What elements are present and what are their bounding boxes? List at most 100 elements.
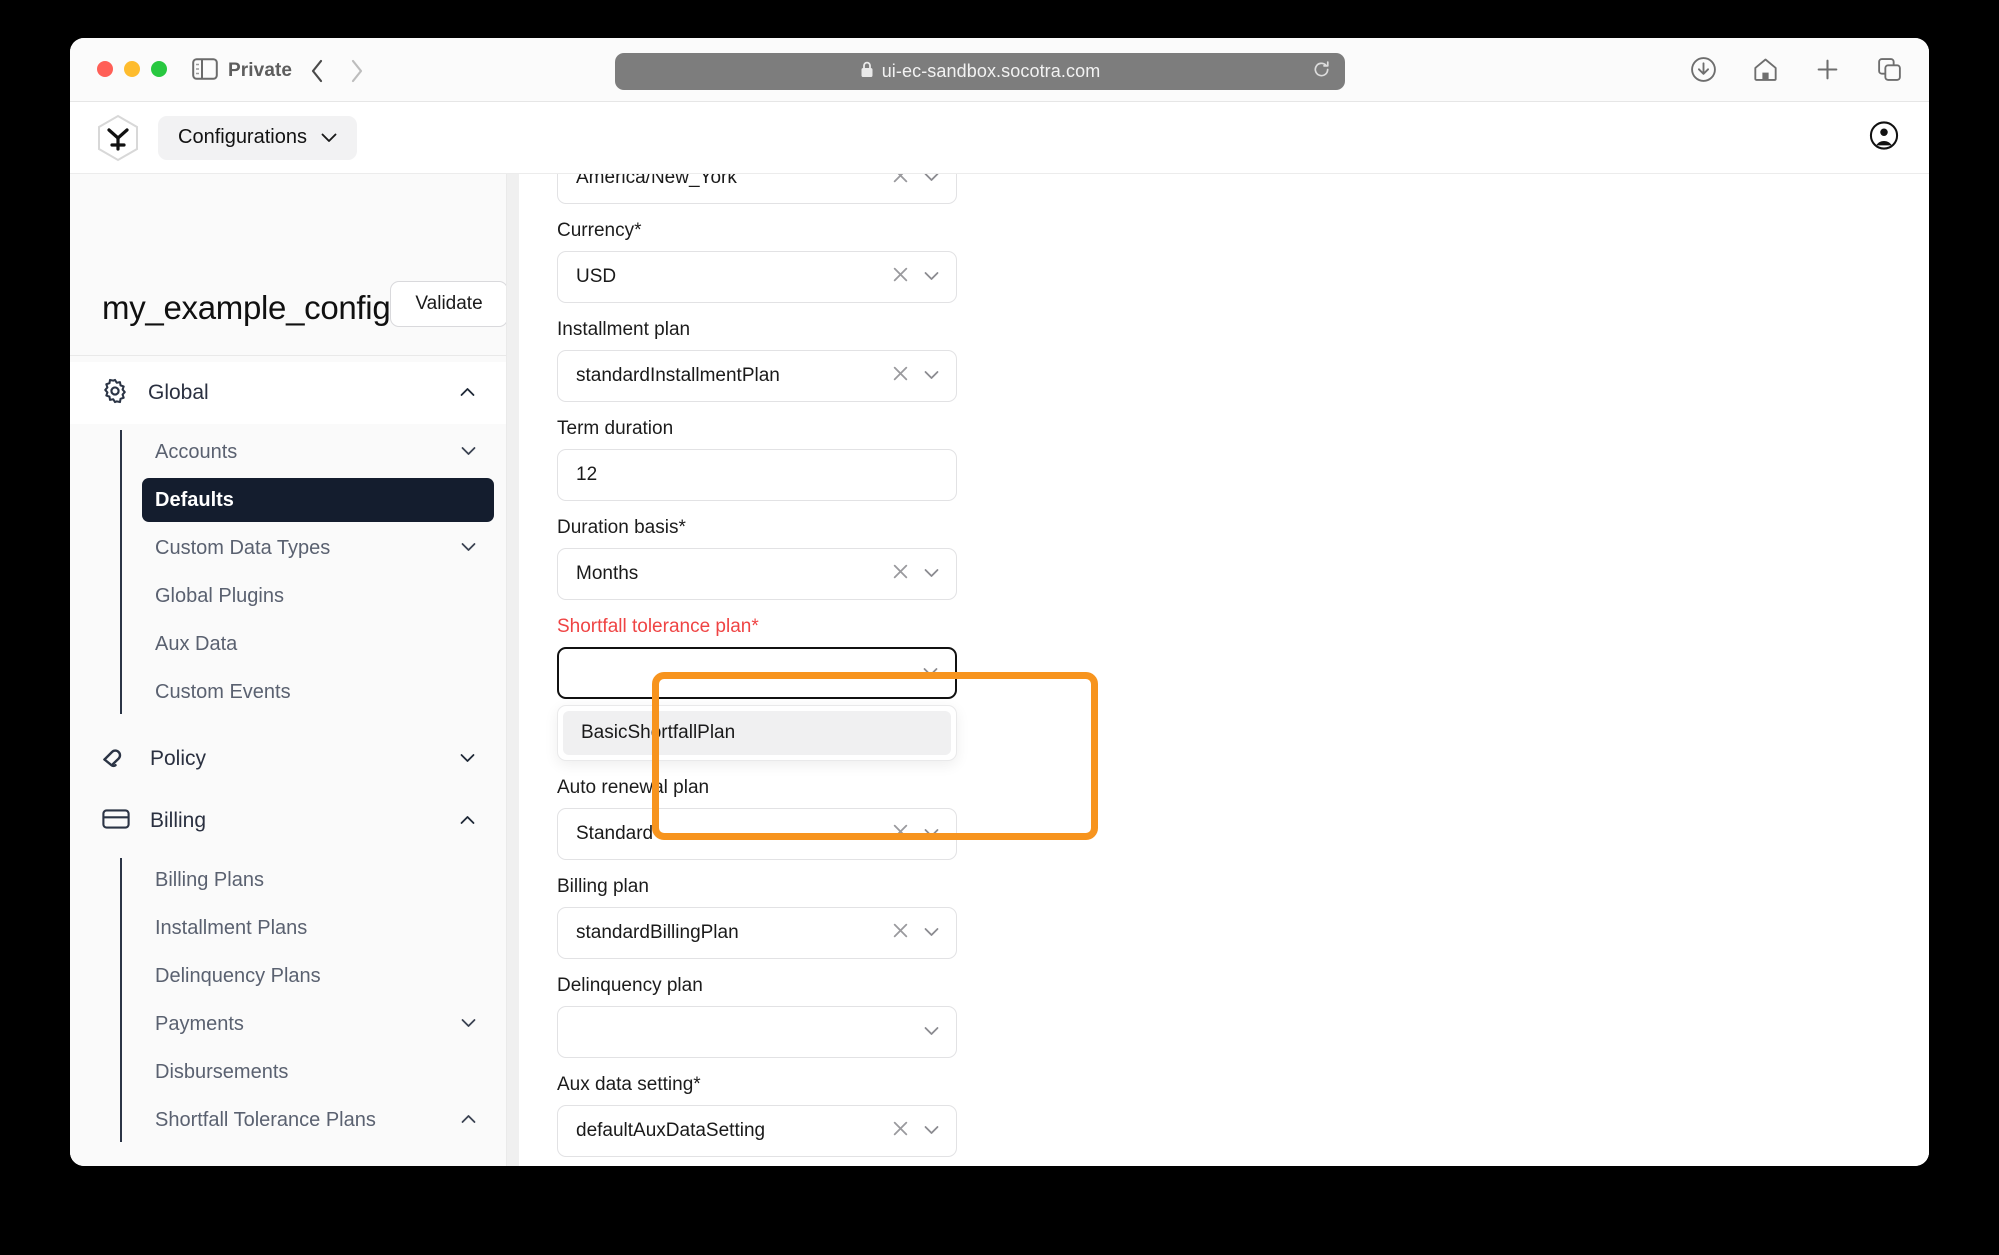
field-installment-plan: Installment plan standardInstallmentPlan [557,319,957,402]
select-shortfall-tolerance-plan[interactable] [557,647,957,699]
sidebar-item-billing-plans[interactable]: Billing Plans [142,858,494,902]
field-value: 12 [576,464,598,485]
sidebar-item-delinquency-plans[interactable]: Delinquency Plans [142,954,494,998]
field-label: Billing plan [557,876,649,897]
back-button[interactable] [302,56,332,86]
select-currency[interactable]: USD [557,251,957,303]
home-icon[interactable] [1752,56,1779,88]
clear-x-icon[interactable] [892,1120,909,1142]
sidebar-item-label: Aux Data [155,632,238,655]
field-label: Delinquency plan [557,975,703,996]
field-label: Auto renewal plan [557,777,710,798]
sidebar-item-accounts[interactable]: Accounts [142,430,494,474]
sidebar-item-custom-data-types[interactable]: Custom Data Types [142,526,494,570]
chevron-down-icon [922,664,939,682]
clear-x-icon[interactable] [892,174,909,189]
sidebar-subitems: Accounts Defaults Custom Data Types Global … [70,430,506,714]
forward-button[interactable] [342,56,372,86]
chevron-down-icon [461,443,476,461]
tab-overview-icon[interactable] [1876,56,1903,88]
sidebar-group-global[interactable]: Global [70,362,506,424]
policy-hand-icon [102,746,130,773]
sidebar-item-custom-events[interactable]: Custom Events [142,670,494,714]
text-input-term-duration[interactable]: 12 [557,449,957,501]
clear-x-icon[interactable] [892,266,909,288]
select-duration-basis[interactable]: Months [557,548,957,600]
sidebar-item-installment-plans[interactable]: Installment Plans [142,906,494,950]
field-value: standardInstallmentPlan [576,365,780,386]
maximize-window-button[interactable] [151,61,167,77]
chevron-down-icon [321,126,337,149]
sidebar-item-label: Accounts [155,440,238,463]
select-billing-plan[interactable]: standardBillingPlan [557,907,957,959]
sidebar-group-label: Policy [150,747,207,770]
field-value: USD [576,266,617,287]
reload-icon[interactable] [1312,60,1331,84]
configurations-menu-button[interactable]: Configurations [158,115,357,160]
sidebar-item-disbursements[interactable]: Disbursements [142,1050,494,1094]
field-timezone: America/New_York [557,174,957,204]
select-auto-renewal-plan[interactable]: Standard [557,808,957,860]
page-title: my_example_config [102,289,391,326]
private-browsing-group: Private [192,56,372,86]
clear-x-icon[interactable] [892,563,909,585]
field-value: defaultAuxDataSetting [576,1120,766,1141]
dropdown-option[interactable]: BasicShortfallPlan [563,711,951,755]
sidebar-header: my_example_config Validate [70,174,506,356]
chevron-down-icon [923,825,940,843]
validate-button[interactable]: Validate [390,281,506,327]
sidebar-item-global-plugins[interactable]: Global Plugins [142,574,494,618]
chevron-up-icon [461,1111,476,1129]
private-mode-label: Private [228,60,293,81]
select-aux-data-setting[interactable]: defaultAuxDataSetting [557,1105,957,1157]
sidebar-nav: Global Accounts Defaults Custom Data Types G… [70,356,506,1142]
dropdown-menu-shortfall-tolerance-plan: BasicShortfallPlan [557,705,957,761]
sidebar-group-label: Billing [150,809,207,832]
clear-x-icon[interactable] [892,365,909,387]
chevron-down-icon [923,268,940,286]
minimize-window-button[interactable] [124,61,140,77]
field-label: Shortfall tolerance plan* [557,616,759,637]
field-icons [923,1023,940,1041]
main-wrap: America/New_York Currency* USD Installment … [507,174,1929,1166]
field-icons [892,174,940,189]
field-label: Currency* [557,220,642,241]
url-text: ui-ec-sandbox.socotra.com [881,61,1101,81]
sidebar-toggle-icon[interactable] [192,57,218,85]
sidebar-group-billing[interactable]: Billing [70,790,506,852]
close-window-button[interactable] [97,61,113,77]
chevron-up-icon [459,812,476,830]
chevron-down-icon [459,750,476,768]
sidebar-item-defaults[interactable]: Defaults [142,478,494,522]
sidebar-item-label: Disbursements [155,1060,289,1083]
sidebar-group-policy[interactable]: Policy [70,728,506,790]
sidebar-subitems: Billing Plans Installment Plans Delinquenc… [70,858,506,1142]
browser-actions [1690,56,1903,88]
chevron-down-icon [461,1015,476,1033]
app-header: Configurations [70,102,1929,174]
sidebar-item-label: Shortfall Tolerance Plans [155,1108,376,1131]
chevron-up-icon [459,384,476,402]
select-timezone[interactable]: America/New_York [557,174,957,204]
sidebar-item-label: Custom Events [155,680,291,703]
account-circle-icon[interactable] [1869,120,1899,155]
field-duration-basis: Duration basis* Months [557,517,957,600]
new-tab-icon[interactable] [1814,56,1841,88]
configurations-label: Configurations [178,126,307,148]
field-value: Standard [576,823,654,844]
address-bar[interactable]: ui-ec-sandbox.socotra.com [615,53,1345,90]
defaults-form: America/New_York Currency* USD Installment … [557,174,957,1166]
field-label: Term duration [557,418,674,439]
sidebar-item-label: Payments [155,1012,244,1035]
field-value: America/New_York [576,174,737,188]
sidebar-item-aux-data[interactable]: Aux Data [142,622,494,666]
sidebar-item-label: Installment Plans [155,916,308,939]
clear-x-icon[interactable] [892,922,909,944]
sidebar-item-shortfall-tolerance-plans[interactable]: Shortfall Tolerance Plans [142,1098,494,1142]
select-installment-plan[interactable]: standardInstallmentPlan [557,350,957,402]
clear-x-icon[interactable] [892,823,909,845]
downloads-icon[interactable] [1690,56,1717,88]
select-delinquency-plan[interactable] [557,1006,957,1058]
sidebar-item-payments[interactable]: Payments [142,1002,494,1046]
field-value: standardBillingPlan [576,922,739,943]
